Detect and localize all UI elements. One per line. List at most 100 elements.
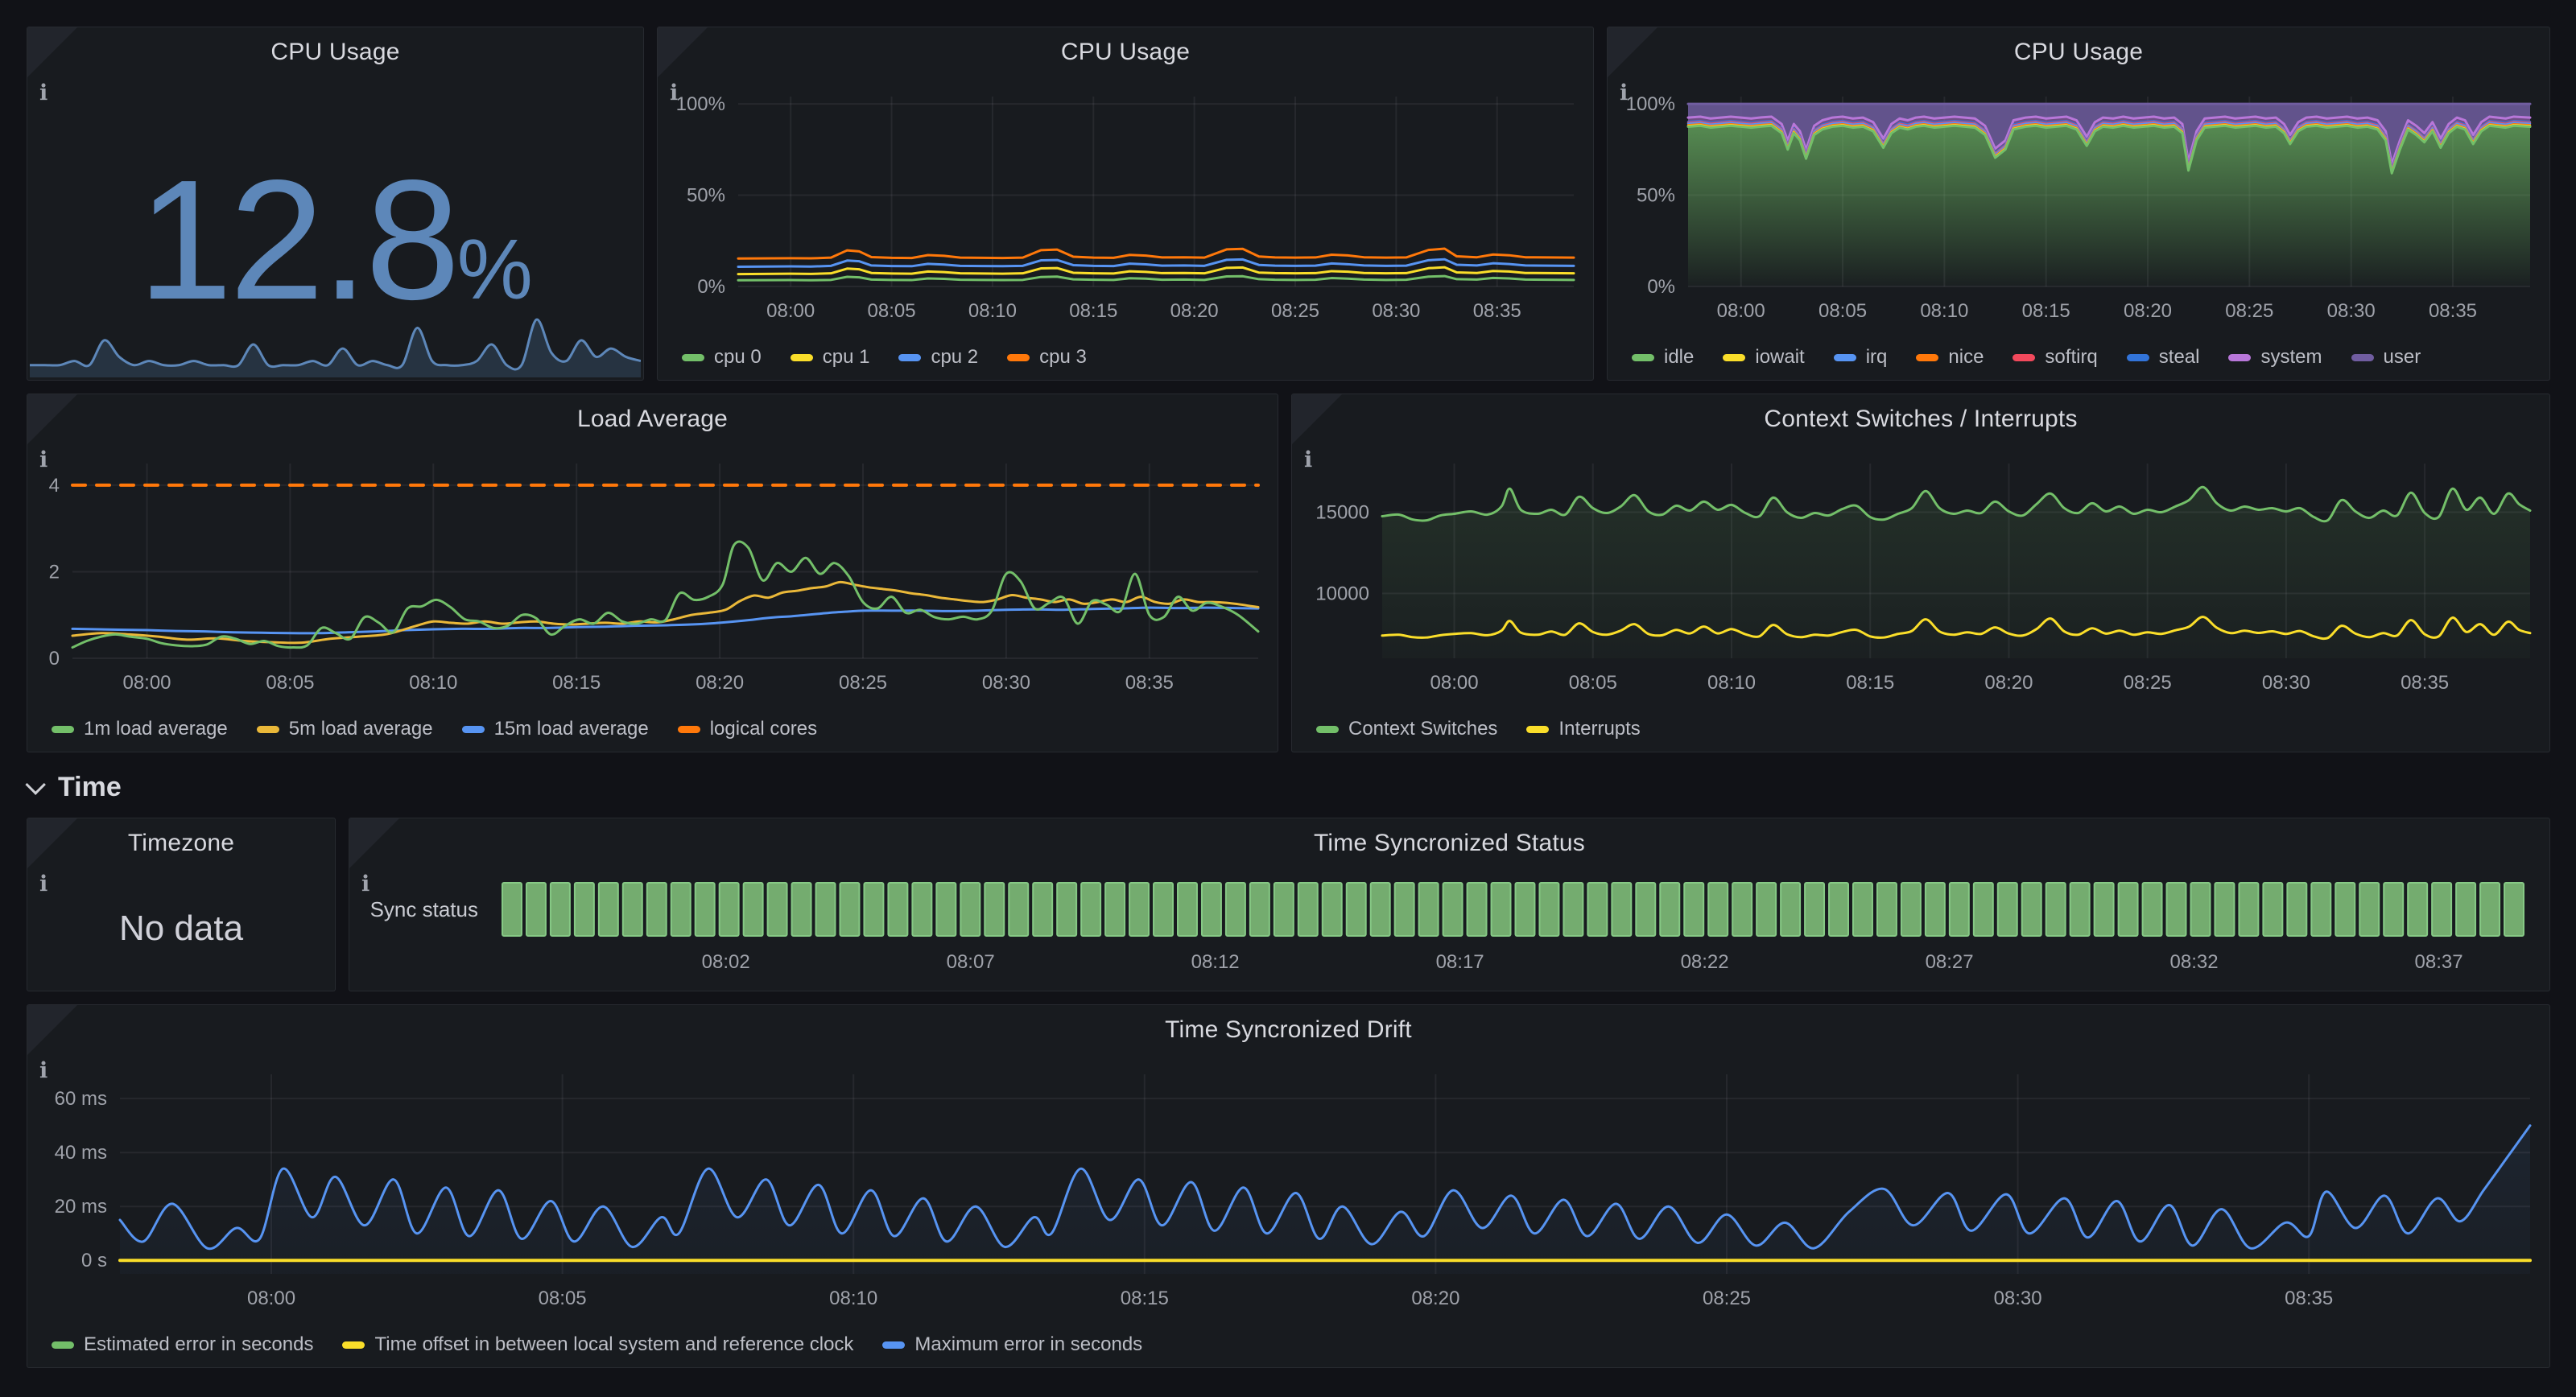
panel-info-corner[interactable]: i — [349, 818, 399, 868]
svg-text:Sync status: Sync status — [370, 897, 478, 921]
cpu-cores-chart[interactable]: 08:0008:0508:1008:1508:2008:2508:3008:35… — [658, 74, 1593, 328]
load-average-chart[interactable]: 08:0008:0508:1008:1508:2008:2508:3008:35… — [27, 441, 1278, 700]
panel-title[interactable]: CPU Usage — [1608, 39, 2549, 66]
svg-text:50%: 50% — [687, 185, 725, 207]
legend-item[interactable]: steal — [2127, 346, 2200, 369]
panel-timezone: i Timezone No data — [27, 818, 336, 991]
legend-item[interactable]: cpu 1 — [791, 346, 870, 369]
context-switches-chart[interactable]: 08:0008:0508:1008:1508:2008:2508:3008:35… — [1292, 441, 2549, 700]
svg-text:08:35: 08:35 — [1473, 300, 1521, 322]
svg-text:08:15: 08:15 — [1069, 300, 1117, 322]
panel-title[interactable]: Context Switches / Interrupts — [1292, 406, 2549, 433]
svg-text:08:10: 08:10 — [1707, 672, 1756, 694]
legend-swatch — [678, 726, 700, 733]
svg-text:08:07: 08:07 — [947, 951, 995, 973]
legend-swatch — [1526, 726, 1549, 733]
panel-title[interactable]: CPU Usage — [27, 39, 643, 66]
cpu-modes-chart[interactable]: 08:0008:0508:1008:1508:2008:2508:3008:35… — [1608, 74, 2549, 328]
legend-swatch — [2127, 354, 2149, 361]
svg-text:08:30: 08:30 — [2327, 300, 2376, 322]
legend-swatch — [1316, 726, 1339, 733]
svg-text:08:17: 08:17 — [1436, 951, 1484, 973]
chart-legend: cpu 0 cpu 1 cpu 2 cpu 3 — [682, 346, 1087, 369]
legend-item[interactable]: softirq — [2013, 346, 2097, 369]
panel-title[interactable]: Time Syncronized Status — [349, 830, 2549, 857]
legend-item[interactable]: user — [2351, 346, 2421, 369]
legend-item[interactable]: cpu 3 — [1007, 346, 1087, 369]
svg-text:08:02: 08:02 — [702, 951, 750, 973]
legend-item[interactable]: cpu 0 — [682, 346, 762, 369]
legend-item[interactable]: Maximum error in seconds — [882, 1333, 1142, 1356]
legend-swatch — [52, 726, 74, 733]
svg-text:08:25: 08:25 — [2124, 672, 2172, 694]
info-icon: i — [1304, 449, 1312, 471]
legend-item[interactable]: system — [2228, 346, 2322, 369]
panel-title[interactable]: CPU Usage — [658, 39, 1593, 66]
legend-swatch — [2228, 354, 2251, 361]
svg-text:08:05: 08:05 — [1818, 300, 1867, 322]
legend-item[interactable]: cpu 2 — [898, 346, 978, 369]
legend-item[interactable]: irq — [1834, 346, 1888, 369]
legend-item[interactable]: 15m load average — [462, 718, 649, 740]
svg-text:08:20: 08:20 — [2124, 300, 2172, 322]
legend-item[interactable]: Time offset in between local system and … — [342, 1333, 853, 1356]
chevron-down-icon — [25, 774, 45, 794]
svg-text:08:35: 08:35 — [1125, 672, 1174, 694]
legend-swatch — [898, 354, 921, 361]
panel-info-corner[interactable]: i — [1292, 394, 1342, 444]
chart-legend: idle iowait irq nice softirq steal system user — [1632, 346, 2421, 369]
legend-item[interactable]: 1m load average — [52, 718, 228, 740]
svg-text:60 ms: 60 ms — [55, 1088, 107, 1110]
svg-text:08:05: 08:05 — [868, 300, 916, 322]
panel-title[interactable]: Time Syncronized Drift — [27, 1016, 2549, 1044]
panel-info-corner[interactable]: i — [27, 1005, 77, 1055]
legend-item[interactable]: Interrupts — [1526, 718, 1640, 740]
svg-text:08:00: 08:00 — [1717, 300, 1765, 322]
svg-text:15000: 15000 — [1315, 502, 1369, 524]
legend-item[interactable]: Context Switches — [1316, 718, 1497, 740]
svg-text:08:15: 08:15 — [1121, 1288, 1169, 1309]
panel-title[interactable]: Load Average — [27, 406, 1278, 433]
legend-item[interactable]: nice — [1916, 346, 1984, 369]
legend-swatch — [2351, 354, 2374, 361]
legend-item[interactable]: iowait — [1723, 346, 1804, 369]
svg-text:08:15: 08:15 — [552, 672, 601, 694]
panel-load-average: i Load Average 08:0008:0508:1008:1508:20… — [27, 394, 1278, 752]
panel-info-corner[interactable]: i — [27, 818, 77, 868]
svg-text:08:00: 08:00 — [1430, 672, 1479, 694]
legend-item[interactable]: idle — [1632, 346, 1694, 369]
time-sync-drift-chart[interactable]: 08:0008:0508:1008:1508:2008:2508:3008:35… — [27, 1052, 2549, 1316]
section-label: Time — [58, 772, 122, 803]
svg-text:08:27: 08:27 — [1926, 951, 1974, 973]
legend-swatch — [2013, 354, 2035, 361]
panel-info-corner[interactable]: i — [27, 27, 77, 77]
panel-time-sync-drift: i Time Syncronized Drift 08:0008:0508:10… — [27, 1004, 2550, 1368]
legend-item[interactable]: logical cores — [678, 718, 817, 740]
info-icon: i — [1620, 82, 1628, 104]
svg-text:0 s: 0 s — [81, 1250, 107, 1271]
panel-cpu-usage-cores: i CPU Usage 08:0008:0508:1008:1508:2008:… — [657, 27, 1594, 381]
stat-number: 12.8 — [138, 144, 457, 335]
panel-info-corner[interactable]: i — [658, 27, 708, 77]
svg-text:08:20: 08:20 — [1170, 300, 1219, 322]
svg-text:08:32: 08:32 — [2170, 951, 2219, 973]
svg-text:08:20: 08:20 — [696, 672, 744, 694]
row-section-time[interactable]: Time — [31, 766, 122, 808]
svg-text:08:20: 08:20 — [1984, 672, 2033, 694]
svg-text:08:15: 08:15 — [2022, 300, 2070, 322]
grafana-dashboard: i CPU Usage 12.8% i CPU Usage 08:0008:05… — [0, 0, 2576, 1397]
legend-swatch — [1632, 354, 1654, 361]
svg-text:0: 0 — [49, 648, 60, 670]
svg-text:0%: 0% — [1647, 276, 1675, 298]
panel-cpu-usage-stat: i CPU Usage 12.8% — [27, 27, 644, 381]
panel-info-corner[interactable]: i — [27, 394, 77, 444]
legend-item[interactable]: 5m load average — [257, 718, 433, 740]
svg-text:0%: 0% — [697, 276, 725, 298]
legend-item[interactable]: Estimated error in seconds — [52, 1333, 313, 1356]
panel-info-corner[interactable]: i — [1608, 27, 1657, 77]
legend-swatch — [791, 354, 813, 361]
svg-text:08:30: 08:30 — [1372, 300, 1420, 322]
info-icon: i — [39, 82, 47, 104]
panel-time-sync-status: i Time Syncronized Status 08:02 08:07 08:1… — [349, 818, 2550, 991]
svg-text:08:05: 08:05 — [1569, 672, 1617, 694]
